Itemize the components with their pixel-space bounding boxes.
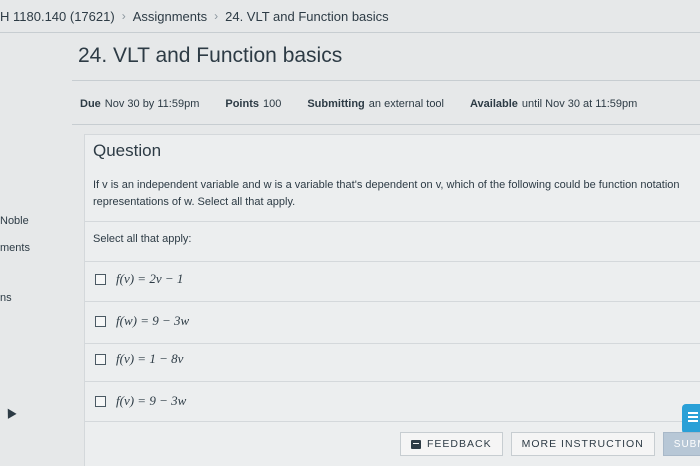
card-divider <box>85 381 700 382</box>
points-label: Points <box>225 98 259 110</box>
available-detail: Available until Nov 30 at 11:59pm <box>470 98 637 110</box>
submitting-value: an external tool <box>368 98 444 110</box>
select-all-prompt: Select all that apply: <box>93 233 192 245</box>
checkbox[interactable] <box>95 273 106 285</box>
more-instruction-label: MORE INSTRUCTION <box>521 438 644 450</box>
nav-item-ns[interactable]: ns <box>0 292 12 304</box>
chat-widget-icon[interactable] <box>682 404 700 434</box>
submit-button[interactable]: SUBM <box>662 432 700 456</box>
submitting-detail: Submitting an external tool <box>307 98 444 110</box>
checkbox[interactable] <box>95 315 106 327</box>
course-nav: Noble ments ns <box>0 0 60 466</box>
answer-option-text: f(v) = 9 − 3w <box>116 393 187 408</box>
answer-option-3[interactable]: f(v) = 1 − 8v <box>95 351 183 367</box>
submit-label: SUBM <box>673 438 700 450</box>
available-label: Available <box>470 98 518 110</box>
answer-option-text: f(w) = 9 − 3w <box>116 313 190 328</box>
answer-option-1[interactable]: f(v) = 2v − 1 <box>95 271 183 287</box>
due-value: Nov 30 by 11:59pm <box>104 98 200 110</box>
answer-option-text: f(v) = 2v − 1 <box>116 271 184 286</box>
chevron-right-icon: › <box>214 9 219 23</box>
page-title: 24. VLT and Function basics <box>78 44 343 67</box>
due-label: Due <box>80 98 101 110</box>
nav-item-noble[interactable]: Noble <box>0 215 29 227</box>
details-divider <box>72 124 700 125</box>
feedback-icon <box>411 439 421 449</box>
question-text: If v is an independent variable and w is… <box>93 179 680 208</box>
card-divider <box>85 343 700 344</box>
submitting-label: Submitting <box>307 98 365 110</box>
available-value: until Nov 30 at 11:59pm <box>521 98 638 110</box>
feedback-label: FEEDBACK <box>427 438 492 450</box>
breadcrumb-current: 24. VLT and Function basics <box>225 8 389 24</box>
question-title: Question <box>93 141 162 160</box>
action-bar: FEEDBACK MORE INSTRUCTION SUBM <box>400 432 700 456</box>
feedback-button[interactable]: FEEDBACK <box>400 432 503 456</box>
assignment-details: Due Nov 30 by 11:59pm Points 100 Submittin… <box>80 98 663 110</box>
due-detail: Due Nov 30 by 11:59pm <box>80 98 199 110</box>
card-divider <box>85 301 700 302</box>
card-divider <box>85 421 700 422</box>
mouse-cursor-icon <box>3 406 17 419</box>
chevron-right-icon: › <box>121 9 126 23</box>
card-divider <box>85 221 700 222</box>
answer-option-2[interactable]: f(w) = 9 − 3w <box>95 313 189 329</box>
breadcrumb-divider <box>0 32 700 33</box>
question-card: Question If v is an independent variable… <box>84 134 700 466</box>
answer-option-4[interactable]: f(v) = 9 − 3w <box>95 393 186 409</box>
points-value: 100 <box>262 98 282 110</box>
answer-option-text: f(v) = 1 − 8v <box>116 351 184 366</box>
nav-item-ments[interactable]: ments <box>0 242 30 254</box>
card-divider <box>85 261 700 262</box>
breadcrumb-assignments-link[interactable]: Assignments <box>133 9 207 24</box>
points-detail: Points 100 <box>225 98 281 110</box>
checkbox[interactable] <box>95 353 106 365</box>
checkbox[interactable] <box>95 395 106 407</box>
title-divider <box>72 80 700 81</box>
more-instruction-button[interactable]: MORE INSTRUCTION <box>510 432 655 456</box>
